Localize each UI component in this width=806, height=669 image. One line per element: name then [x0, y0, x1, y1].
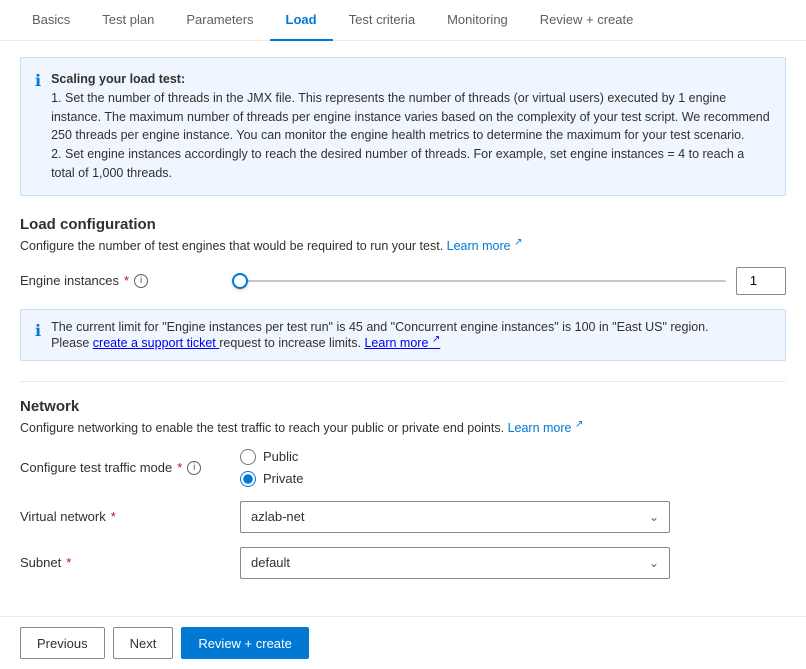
bottom-bar: Previous Next Review + create [0, 616, 806, 669]
subnet-dropdown-wrapper: default ⌄ [240, 547, 670, 579]
traffic-mode-control: Public Private [240, 449, 786, 487]
tab-monitoring[interactable]: Monitoring [431, 0, 524, 41]
radio-public-input[interactable] [240, 449, 256, 465]
tab-test-plan[interactable]: Test plan [86, 0, 170, 41]
slider-container: 1 [240, 267, 786, 295]
radio-private-label: Private [263, 471, 303, 486]
create-support-ticket-link[interactable]: create a support ticket [93, 336, 219, 350]
tab-test-criteria[interactable]: Test criteria [333, 0, 431, 41]
info-line2: 2. Set engine instances accordingly to r… [51, 147, 744, 180]
network-learn-more[interactable]: Learn more ↗ [508, 421, 584, 435]
load-config-learn-more[interactable]: Learn more ↗ [447, 239, 523, 253]
tab-review-create[interactable]: Review + create [524, 0, 650, 41]
vnet-required-marker: * [111, 509, 116, 524]
engine-instances-label: Engine instances * i [20, 273, 240, 288]
limit-info-content: The current limit for "Engine instances … [51, 320, 709, 350]
tab-parameters[interactable]: Parameters [170, 0, 269, 41]
limit-info-icon: ℹ [35, 321, 41, 350]
traffic-mode-info-icon[interactable]: i [187, 461, 201, 475]
required-marker: * [124, 273, 129, 288]
network-section: Network Configure networking to enable t… [20, 398, 786, 579]
load-config-desc: Configure the number of test engines tha… [20, 237, 786, 253]
subnet-dropdown-arrow-icon: ⌄ [649, 556, 659, 570]
section-divider [20, 381, 786, 382]
scaling-info-content: Scaling your load test: 1. Set the numbe… [51, 70, 771, 183]
traffic-mode-row: Configure test traffic mode * i Public P… [20, 449, 786, 487]
previous-button[interactable]: Previous [20, 627, 105, 659]
info-line1: 1. Set the number of threads in the JMX … [51, 91, 770, 143]
radio-private[interactable]: Private [240, 471, 786, 487]
subnet-control: default ⌄ [240, 547, 786, 579]
info-title: Scaling your load test: [51, 72, 185, 86]
next-button[interactable]: Next [113, 627, 174, 659]
tab-basics[interactable]: Basics [16, 0, 86, 41]
external-link-icon: ↗ [514, 237, 522, 248]
network-desc: Configure networking to enable the test … [20, 419, 786, 435]
traffic-mode-label: Configure test traffic mode * i [20, 460, 240, 475]
virtual-network-dropdown-wrapper: azlab-net ⌄ [240, 501, 670, 533]
engine-instances-info-icon[interactable]: i [134, 274, 148, 288]
info-icon: ℹ [35, 71, 41, 183]
load-config-title: Load configuration [20, 216, 786, 233]
virtual-network-value: azlab-net [251, 509, 304, 524]
virtual-network-row: Virtual network * azlab-net ⌄ [20, 501, 786, 533]
radio-public[interactable]: Public [240, 449, 786, 465]
slider-thumb[interactable] [232, 273, 248, 289]
traffic-required-marker: * [177, 460, 182, 475]
tab-load[interactable]: Load [270, 0, 333, 41]
network-external-link-icon: ↗ [575, 419, 583, 430]
radio-public-label: Public [263, 449, 298, 464]
scaling-info-box: ℹ Scaling your load test: 1. Set the num… [20, 57, 786, 196]
virtual-network-control: azlab-net ⌄ [240, 501, 786, 533]
engine-instances-row: Engine instances * i 1 [20, 267, 786, 295]
network-title: Network [20, 398, 786, 415]
subnet-row: Subnet * default ⌄ [20, 547, 786, 579]
limit-learn-more-link[interactable]: Learn more ↗ [364, 336, 440, 350]
nav-tabs: Basics Test plan Parameters Load Test cr… [0, 0, 806, 41]
subnet-dropdown[interactable]: default ⌄ [240, 547, 670, 579]
limit-external-link-icon: ↗ [432, 334, 440, 345]
subnet-required-marker: * [66, 555, 71, 570]
radio-private-input[interactable] [240, 471, 256, 487]
engine-instances-control: 1 [240, 267, 786, 295]
limit-info-box: ℹ The current limit for "Engine instance… [20, 309, 786, 361]
engine-instances-input[interactable]: 1 [736, 267, 786, 295]
vnet-dropdown-arrow-icon: ⌄ [649, 510, 659, 524]
virtual-network-label: Virtual network * [20, 509, 240, 524]
traffic-mode-radio-group: Public Private [240, 449, 786, 487]
review-create-button[interactable]: Review + create [181, 627, 309, 659]
virtual-network-dropdown[interactable]: azlab-net ⌄ [240, 501, 670, 533]
engine-instances-slider[interactable] [240, 280, 726, 282]
load-config-section: Load configuration Configure the number … [20, 216, 786, 295]
subnet-value: default [251, 555, 290, 570]
subnet-label: Subnet * [20, 555, 240, 570]
